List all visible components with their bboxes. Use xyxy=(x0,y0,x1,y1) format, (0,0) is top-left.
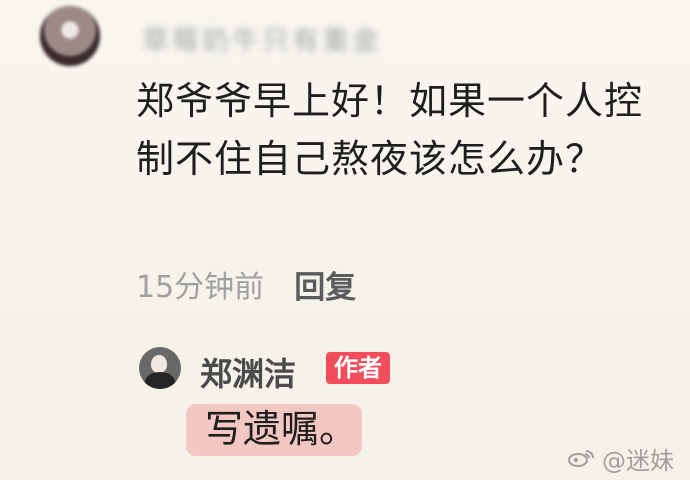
watermark-text: @迷妹 xyxy=(602,446,674,475)
watermark: @迷妹 xyxy=(566,444,674,475)
reply-text: 写遗嘱。 xyxy=(205,407,358,451)
author-badge: 作者 xyxy=(326,352,390,384)
commenter-avatar[interactable] xyxy=(40,6,100,66)
comment-screen: 草莓奶牛只有重金 郑爷爷早上好！如果一个人控制不住自己熬夜该怎么办？ 15分钟前… xyxy=(0,0,690,480)
reply-button[interactable]: 回复 xyxy=(294,262,356,307)
author-avatar[interactable] xyxy=(139,347,181,389)
commenter-name[interactable]: 草莓奶牛只有重金 xyxy=(142,19,382,58)
weibo-icon xyxy=(566,446,596,470)
comment-meta: 15分钟前 回复 xyxy=(136,260,356,308)
author-name[interactable]: 郑渊洁 xyxy=(200,349,296,395)
comment-time: 15分钟前 xyxy=(136,270,265,305)
comment-text: 郑爷爷早上好！如果一个人控制不住自己熬夜该怎么办？ xyxy=(136,79,644,181)
